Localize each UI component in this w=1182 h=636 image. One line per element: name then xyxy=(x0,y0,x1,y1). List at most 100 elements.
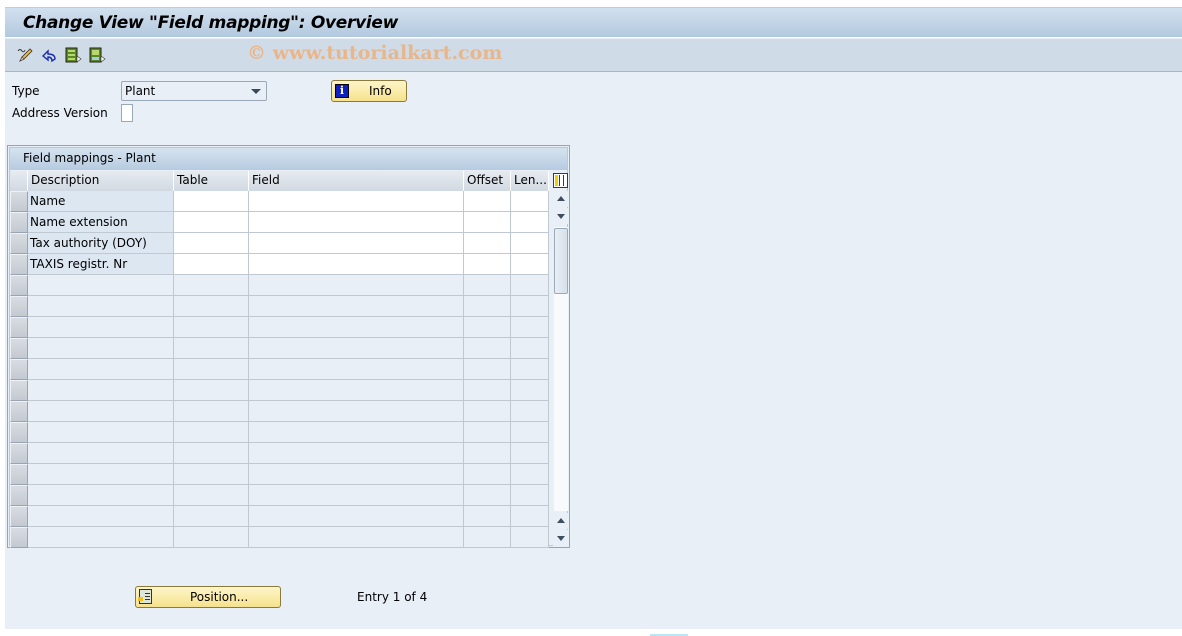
scroll-down-button[interactable] xyxy=(553,208,569,224)
row-selector[interactable] xyxy=(10,359,28,380)
row-selector[interactable] xyxy=(10,527,28,548)
info-button-label: Info xyxy=(369,84,392,98)
cell-offset[interactable] xyxy=(464,233,511,254)
cell-offset[interactable] xyxy=(464,254,511,275)
scroll-thumb[interactable] xyxy=(554,228,568,294)
cell-table xyxy=(174,317,249,338)
row-selector[interactable] xyxy=(10,275,28,296)
undo-icon[interactable] xyxy=(41,47,58,63)
row-selector[interactable] xyxy=(10,233,28,254)
scroll-up-button[interactable] xyxy=(553,191,569,207)
cell-length xyxy=(511,485,549,506)
row-selector[interactable] xyxy=(10,401,28,422)
address-version-input[interactable] xyxy=(121,104,133,122)
cell-offset xyxy=(464,275,511,296)
cell-description xyxy=(28,422,174,443)
cell-offset xyxy=(464,485,511,506)
column-header-description[interactable]: Description xyxy=(28,171,174,191)
scroll-page-down-button[interactable] xyxy=(553,530,569,546)
entry-counter: Entry 1 of 4 xyxy=(357,590,428,604)
row-selector[interactable] xyxy=(10,422,28,443)
cell-table[interactable] xyxy=(174,254,249,275)
cell-table xyxy=(174,338,249,359)
cell-length[interactable] xyxy=(511,191,549,212)
select-all-rows-cell[interactable] xyxy=(10,171,28,191)
cell-field xyxy=(249,485,464,506)
row-selector[interactable] xyxy=(10,296,28,317)
cell-offset xyxy=(464,359,511,380)
cell-table[interactable] xyxy=(174,212,249,233)
cell-field xyxy=(249,527,464,548)
type-dropdown[interactable]: Plant xyxy=(121,81,267,101)
column-header-field[interactable]: Field xyxy=(249,171,464,191)
row-selector[interactable] xyxy=(10,191,28,212)
cell-length[interactable] xyxy=(511,212,549,233)
cell-length xyxy=(511,317,549,338)
column-header-length[interactable]: Len... xyxy=(511,171,549,191)
position-button[interactable]: Position... xyxy=(135,586,281,608)
arrow-down-icon xyxy=(557,214,565,219)
row-selector[interactable] xyxy=(10,485,28,506)
empty-table-row xyxy=(10,422,549,443)
cell-description xyxy=(28,443,174,464)
cell-offset xyxy=(464,317,511,338)
cell-description xyxy=(28,275,174,296)
cell-length xyxy=(511,338,549,359)
cell-field[interactable] xyxy=(249,233,464,254)
column-settings-icon[interactable] xyxy=(553,173,568,188)
cell-length xyxy=(511,296,549,317)
cell-offset xyxy=(464,527,511,548)
cell-description xyxy=(28,359,174,380)
cell-offset xyxy=(464,506,511,527)
cell-field[interactable] xyxy=(249,254,464,275)
sap-window: Change View "Field mapping": Overview © … xyxy=(5,7,1182,629)
cell-offset[interactable] xyxy=(464,191,511,212)
cell-length xyxy=(511,527,549,548)
cell-field[interactable] xyxy=(249,191,464,212)
arrow-up-icon xyxy=(557,518,565,523)
table-header: Description Table Field Offset Len... xyxy=(10,171,549,191)
cell-description xyxy=(28,401,174,422)
cell-field xyxy=(249,401,464,422)
position-button-label: Position... xyxy=(190,590,249,604)
row-selector[interactable] xyxy=(10,254,28,275)
cell-table xyxy=(174,506,249,527)
row-selector[interactable] xyxy=(10,464,28,485)
cell-length[interactable] xyxy=(511,233,549,254)
cell-offset xyxy=(464,296,511,317)
cell-field xyxy=(249,359,464,380)
cell-offset xyxy=(464,422,511,443)
cell-table[interactable] xyxy=(174,233,249,254)
arrow-down-icon xyxy=(557,536,565,541)
row-selector[interactable] xyxy=(10,443,28,464)
vertical-scrollbar[interactable] xyxy=(553,191,569,547)
cell-offset[interactable] xyxy=(464,212,511,233)
empty-table-row xyxy=(10,380,549,401)
row-selector[interactable] xyxy=(10,380,28,401)
cell-length[interactable] xyxy=(511,254,549,275)
display-change-icon[interactable] xyxy=(17,47,34,63)
table-row: Tax authority (DOY) xyxy=(10,233,549,254)
row-selector[interactable] xyxy=(10,317,28,338)
row-selector[interactable] xyxy=(10,338,28,359)
cell-field xyxy=(249,443,464,464)
column-header-table[interactable]: Table xyxy=(174,171,249,191)
type-label: Type xyxy=(12,84,40,98)
table-row: Name xyxy=(10,191,549,212)
cell-field xyxy=(249,275,464,296)
row-selector[interactable] xyxy=(10,506,28,527)
chevron-down-icon[interactable] xyxy=(251,89,261,94)
cell-table[interactable] xyxy=(174,191,249,212)
cell-field[interactable] xyxy=(249,212,464,233)
select-all-icon[interactable] xyxy=(65,47,82,63)
info-button[interactable]: i Info xyxy=(331,80,407,102)
cell-table xyxy=(174,443,249,464)
cell-length xyxy=(511,464,549,485)
row-selector[interactable] xyxy=(10,212,28,233)
watermark-text: © www.tutorialkart.com xyxy=(247,42,503,64)
select-block-icon[interactable] xyxy=(89,47,106,63)
column-header-offset[interactable]: Offset xyxy=(464,171,511,191)
scroll-page-up-button[interactable] xyxy=(553,513,569,529)
cell-description xyxy=(28,380,174,401)
cell-offset xyxy=(464,380,511,401)
